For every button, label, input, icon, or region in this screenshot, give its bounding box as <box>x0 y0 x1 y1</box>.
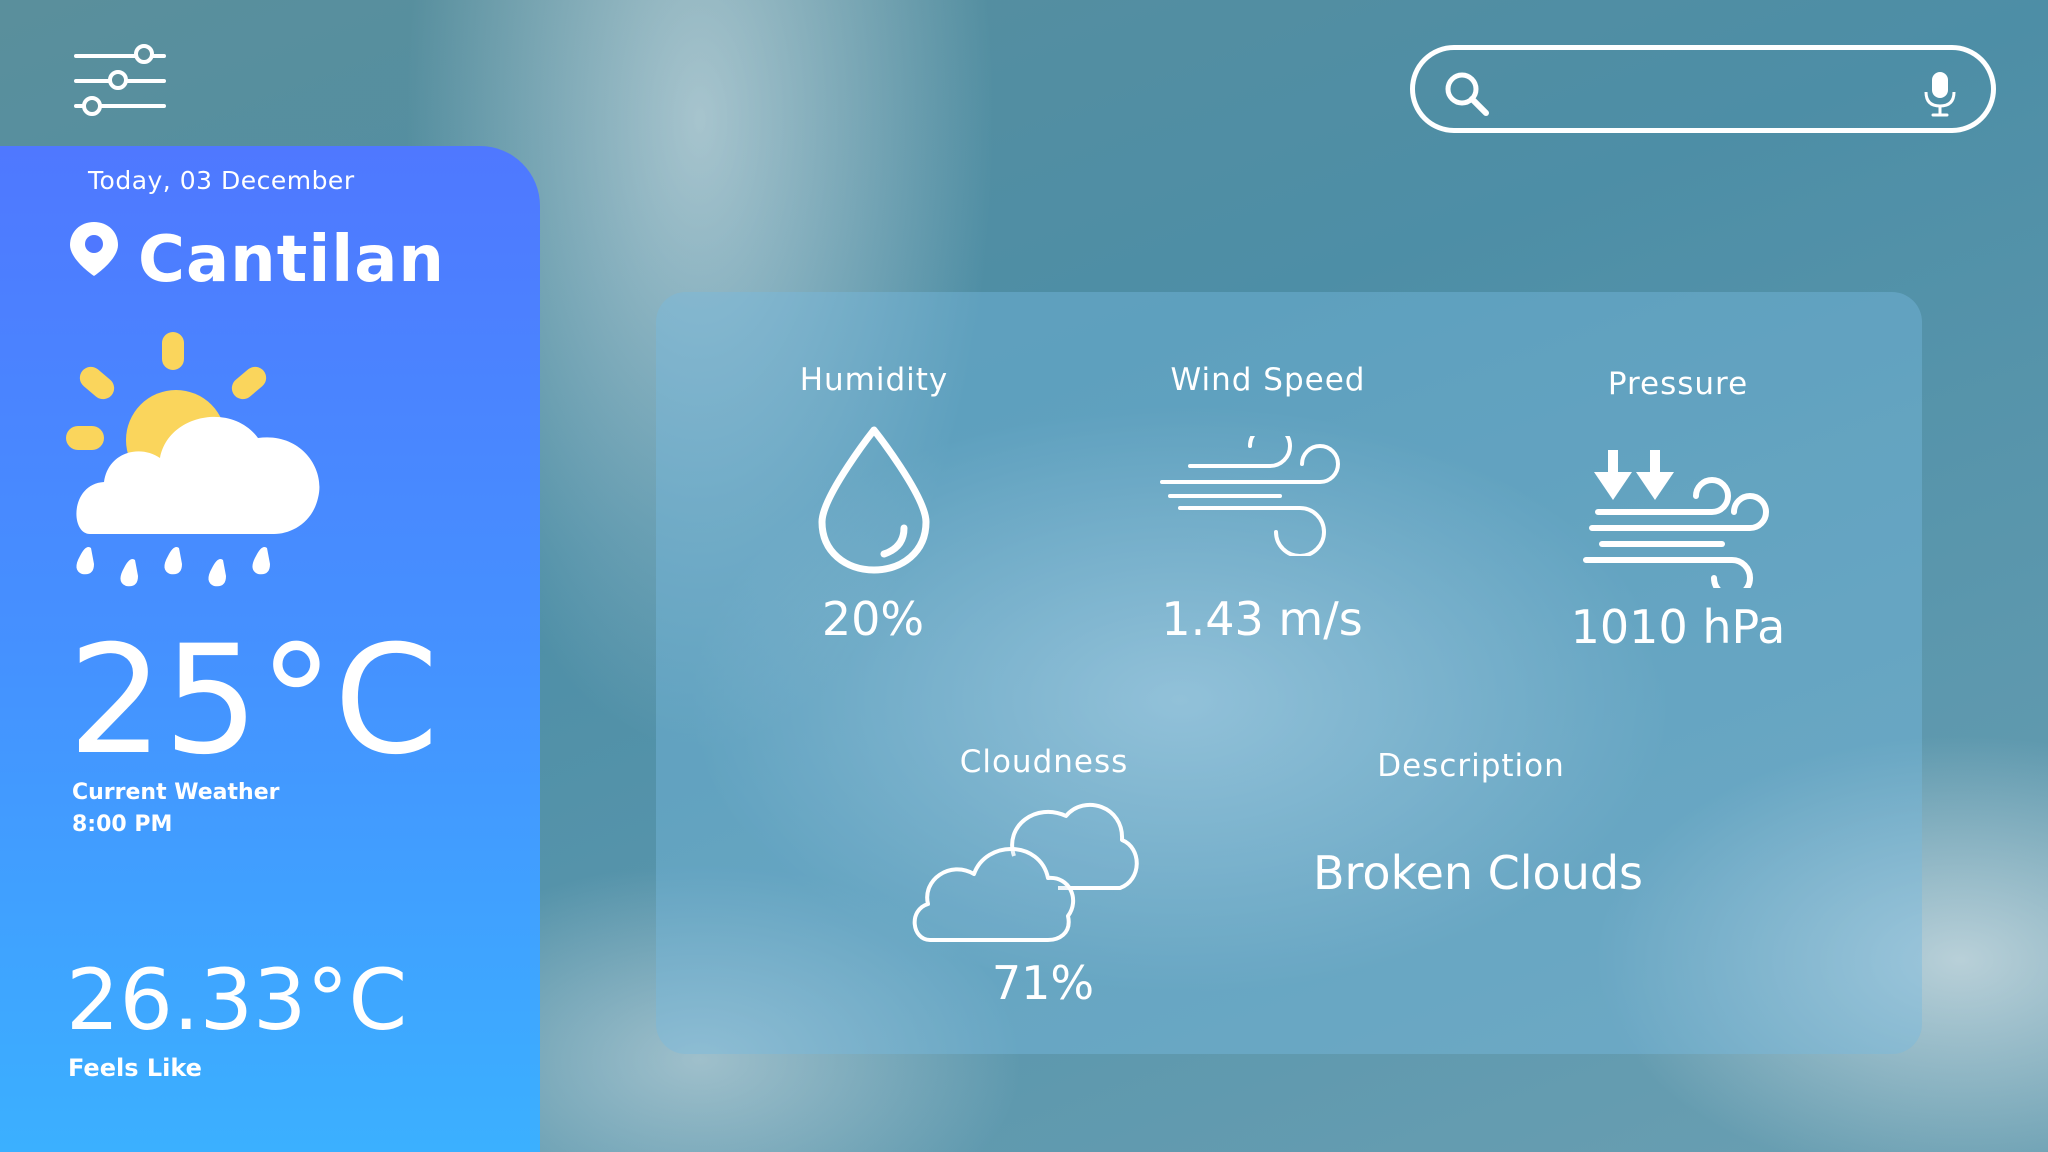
pressure-icon <box>1583 450 1769 588</box>
current-time: 8:00 PM <box>72 812 173 837</box>
sliders-icon[interactable] <box>72 44 168 118</box>
feels-like-temperature: 26.33°C <box>66 951 408 1049</box>
pressure-label: Pressure <box>1607 366 1749 402</box>
description-value: Broken Clouds <box>1312 846 1644 900</box>
search-bar[interactable] <box>1410 45 1996 133</box>
humidity-value: 20% <box>821 592 925 646</box>
wind-speed-label: Wind Speed <box>1170 362 1366 398</box>
clouds-icon <box>912 802 1139 942</box>
current-weather-label: Current Weather <box>72 780 280 805</box>
pressure-value: 1010 hPa <box>1570 600 1786 654</box>
cloudiness-value: 71% <box>991 956 1095 1010</box>
feels-like-label: Feels Like <box>68 1054 202 1082</box>
wind-speed-value: 1.43 m/s <box>1161 592 1363 646</box>
location-pin-icon <box>70 222 118 276</box>
sun-cloud-rain-icon <box>66 332 320 587</box>
cloudiness-label: Cloudness <box>959 744 1129 780</box>
humidity-label: Humidity <box>799 362 949 398</box>
search-input[interactable] <box>1515 64 1899 116</box>
weather-details-card <box>656 292 1922 1054</box>
wind-icon <box>1160 436 1340 556</box>
microphone-icon[interactable] <box>1923 70 1957 118</box>
description-label: Description <box>1377 748 1565 784</box>
date-label: Today, 03 December <box>88 166 355 195</box>
city-name: Cantilan <box>138 223 445 297</box>
search-icon[interactable] <box>1443 70 1491 118</box>
water-drop-icon <box>818 426 930 574</box>
current-temperature: 25°C <box>68 614 439 788</box>
